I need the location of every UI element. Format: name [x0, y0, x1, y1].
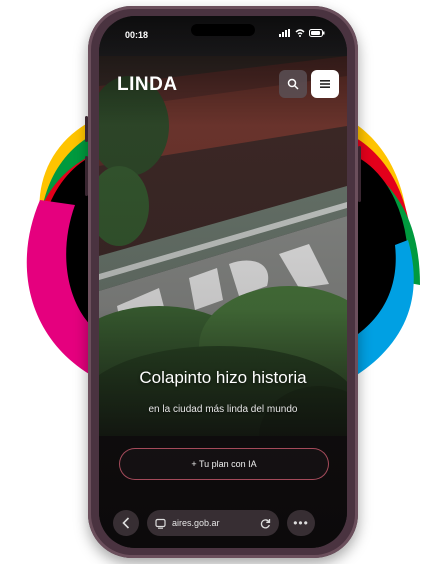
- more-icon: •••: [293, 516, 309, 530]
- menu-icon: [320, 80, 330, 88]
- linda-logo[interactable]: LINDA: [117, 74, 178, 96]
- plan-ia-button[interactable]: + Tu plan con IA: [119, 448, 329, 480]
- search-button[interactable]: [279, 70, 307, 98]
- phone-screen: 00:18 LINDA Colapinto hizo historia en l…: [99, 16, 347, 548]
- reload-icon[interactable]: [260, 518, 271, 529]
- phone-frame: 00:18 LINDA Colapinto hizo historia en l…: [85, 6, 361, 558]
- status-icons: [279, 29, 325, 37]
- search-icon: [287, 78, 299, 90]
- status-time: 00:18: [125, 30, 149, 40]
- side-button-right: [358, 146, 361, 202]
- battery-icon: [309, 29, 325, 37]
- more-button[interactable]: •••: [287, 510, 315, 536]
- dynamic-island: [191, 24, 255, 36]
- chevron-left-icon: [122, 517, 130, 529]
- wifi-icon: [295, 29, 305, 37]
- side-button-left-2: [85, 156, 88, 196]
- menu-button[interactable]: [311, 70, 339, 98]
- hero-subtitle: en la ciudad más linda del mundo: [148, 404, 298, 415]
- browser-bar: aires.gob.ar •••: [113, 506, 333, 540]
- hero-title: Colapinto hizo historia: [139, 368, 307, 387]
- signal-icon: [279, 29, 290, 37]
- url-text: aires.gob.ar: [172, 518, 220, 528]
- tabs-icon: [155, 518, 166, 529]
- back-button[interactable]: [113, 510, 139, 536]
- site-header: LINDA: [99, 66, 347, 106]
- address-bar[interactable]: aires.gob.ar: [147, 510, 279, 536]
- side-button-left-1: [85, 116, 88, 142]
